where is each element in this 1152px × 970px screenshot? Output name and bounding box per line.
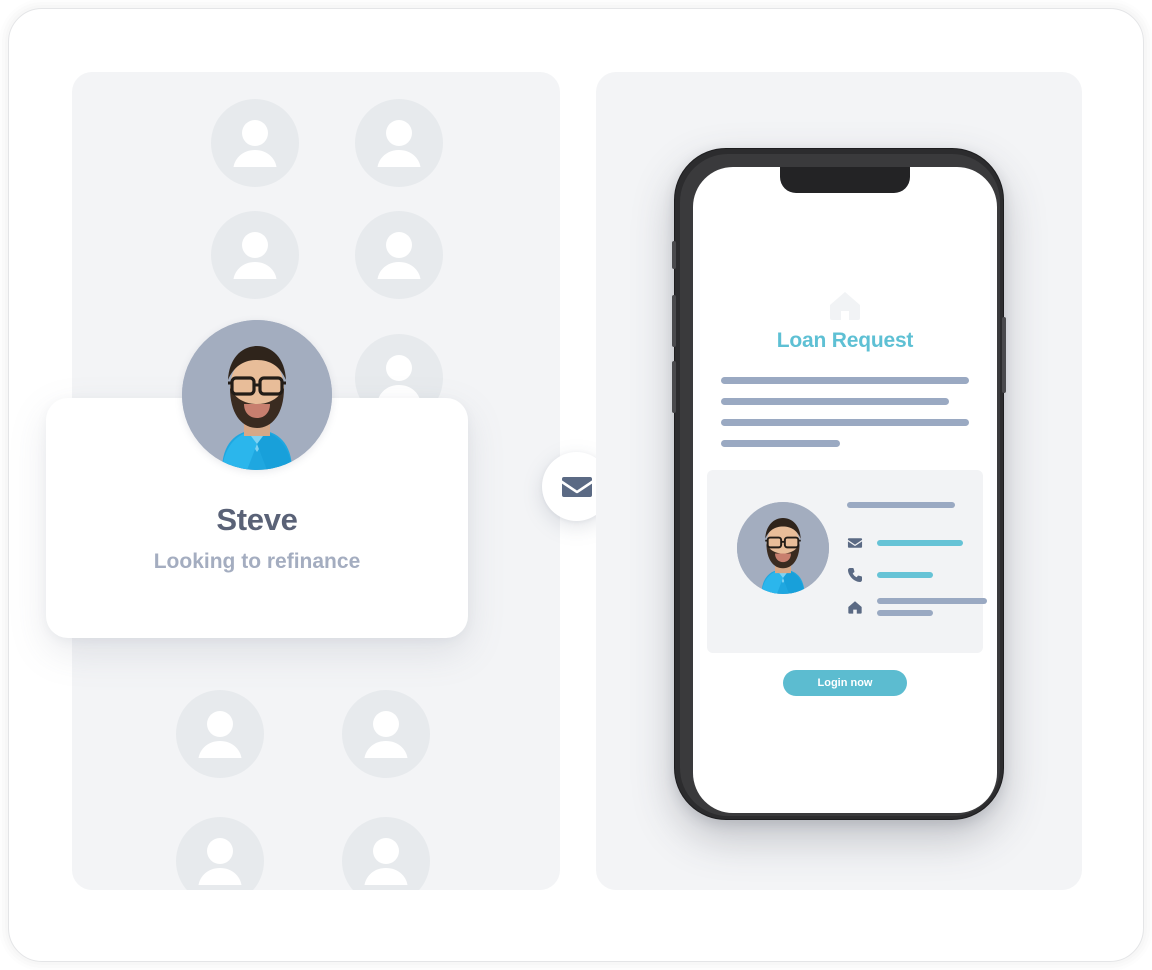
contact-address-row[interactable] bbox=[847, 596, 987, 618]
skeleton-line bbox=[721, 419, 969, 426]
phone-icon bbox=[847, 567, 863, 583]
phone-screen: Loan Request Login now bbox=[693, 167, 997, 813]
list-item[interactable] bbox=[176, 690, 264, 778]
contact-email-row[interactable] bbox=[847, 532, 963, 554]
envelope-icon bbox=[560, 470, 594, 504]
lead-subtitle: Looking to refinance bbox=[153, 550, 361, 573]
list-item[interactable] bbox=[211, 99, 299, 187]
form-skeleton bbox=[721, 377, 969, 461]
person-icon bbox=[342, 817, 430, 890]
house-icon bbox=[827, 289, 863, 321]
person-icon bbox=[176, 690, 264, 778]
user-photo-steve bbox=[182, 320, 332, 470]
lead-name: Steve bbox=[216, 502, 298, 537]
illustration-stage: Steve Looking to refinance Loan Request bbox=[0, 0, 1152, 970]
volume-down-button[interactable] bbox=[672, 361, 676, 413]
avatar bbox=[737, 502, 829, 594]
user-photo-steve bbox=[737, 502, 829, 594]
person-icon bbox=[355, 211, 443, 299]
volume-up-button[interactable] bbox=[672, 295, 676, 347]
phone-bezel: Loan Request Login now bbox=[680, 154, 1000, 816]
envelope-icon bbox=[847, 535, 863, 551]
list-item[interactable] bbox=[355, 99, 443, 187]
list-item[interactable] bbox=[342, 690, 430, 778]
login-now-button[interactable]: Login now bbox=[783, 670, 907, 696]
list-item[interactable] bbox=[342, 817, 430, 890]
contact-card[interactable] bbox=[707, 470, 987, 653]
contact-phone-row[interactable] bbox=[847, 564, 963, 586]
skeleton-line bbox=[721, 440, 841, 447]
person-icon bbox=[176, 817, 264, 890]
page-title: Loan Request bbox=[776, 329, 914, 352]
mute-switch[interactable] bbox=[672, 241, 676, 269]
address-line-2-placeholder bbox=[877, 610, 933, 616]
person-icon bbox=[211, 211, 299, 299]
avatar bbox=[182, 320, 332, 470]
phone-notch bbox=[780, 167, 910, 193]
contact-details bbox=[847, 502, 987, 628]
power-button[interactable] bbox=[1002, 317, 1006, 393]
address-line-1-placeholder bbox=[877, 598, 987, 604]
person-icon bbox=[211, 99, 299, 187]
list-item[interactable] bbox=[355, 211, 443, 299]
person-icon bbox=[342, 690, 430, 778]
contact-name-placeholder bbox=[847, 502, 955, 508]
phone-value-placeholder bbox=[877, 572, 933, 578]
skeleton-line bbox=[721, 398, 950, 405]
phone-mockup: Loan Request Login now bbox=[672, 148, 1006, 820]
list-item[interactable] bbox=[211, 211, 299, 299]
email-value-placeholder bbox=[877, 540, 963, 546]
house-icon bbox=[847, 599, 863, 615]
skeleton-line bbox=[721, 377, 969, 384]
person-icon bbox=[355, 99, 443, 187]
list-item[interactable] bbox=[176, 817, 264, 890]
